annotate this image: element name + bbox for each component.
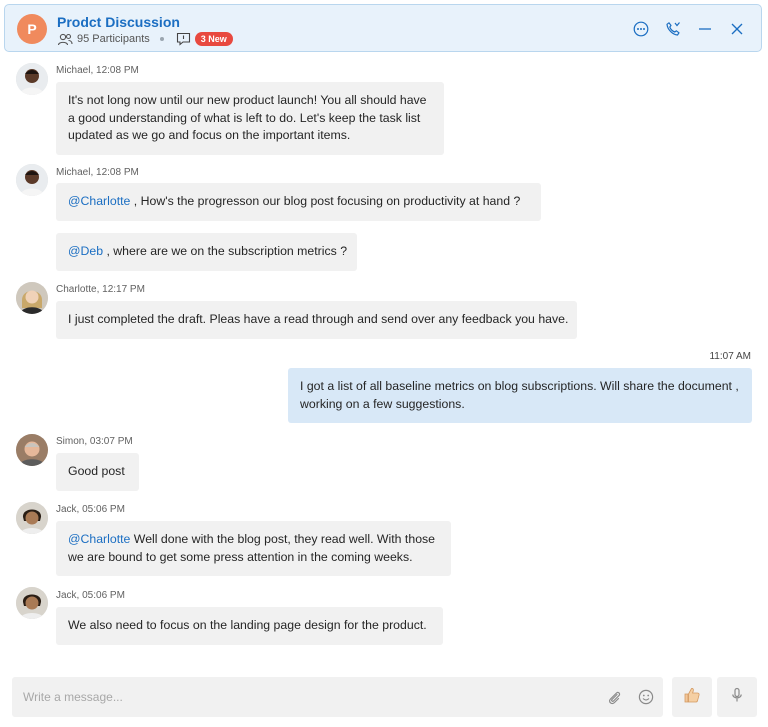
message-bubble[interactable]: @Deb , where are we on the subscription … — [56, 233, 357, 271]
message-text: , How's the progresson our blog post foc… — [130, 194, 521, 208]
avatar[interactable] — [16, 282, 48, 314]
outgoing-message-bubble[interactable]: I got a list of all baseline metrics on … — [288, 368, 752, 423]
participants-icon — [57, 33, 73, 46]
mention-link[interactable]: @Charlotte — [68, 194, 130, 208]
chat-title[interactable]: Prodct Discussion — [57, 14, 180, 30]
thumbs-up-button[interactable] — [672, 677, 712, 717]
mention-link[interactable]: @Deb — [68, 244, 103, 258]
emoji-icon[interactable] — [637, 688, 655, 706]
separator-dot — [159, 37, 164, 41]
message-bubble[interactable]: Good post — [56, 453, 139, 491]
avatar[interactable] — [16, 434, 48, 466]
avatar[interactable] — [16, 587, 48, 619]
message-meta: Michael, 12:08 PM — [56, 167, 139, 178]
avatar[interactable] — [16, 164, 48, 196]
attach-icon[interactable] — [605, 688, 623, 706]
group-avatar[interactable]: P — [17, 14, 47, 44]
thumbs-up-icon — [682, 685, 702, 710]
message-meta: Jack, 05:06 PM — [56, 504, 125, 515]
microphone-button[interactable] — [717, 677, 757, 717]
message-bubble[interactable]: We also need to focus on the landing pag… — [56, 607, 443, 645]
message-meta: Michael, 12:08 PM — [56, 65, 139, 76]
message-bubble[interactable]: @Charlotte , How's the progresson our bl… — [56, 183, 541, 221]
header-actions — [625, 17, 753, 41]
message-bubble[interactable]: It's not long now until our new product … — [56, 82, 444, 155]
microphone-icon — [729, 687, 745, 708]
participants-count[interactable]: 95 Participants — [77, 33, 150, 45]
chat-subtitle: 95 Participants 3 New — [57, 32, 233, 46]
message-meta: Simon, 03:07 PM — [56, 436, 133, 447]
message-composer — [12, 677, 663, 717]
call-icon[interactable] — [657, 17, 689, 41]
message-input[interactable] — [12, 677, 572, 717]
message-text: , where are we on the subscription metri… — [103, 244, 348, 258]
close-icon[interactable] — [721, 17, 753, 41]
chat-header: P Prodct Discussion 95 Participants 3 Ne… — [4, 4, 762, 52]
new-messages-icon[interactable] — [176, 32, 191, 46]
message-time: 11:07 AM — [709, 351, 751, 362]
message-bubble[interactable]: I just completed the draft. Pleas have a… — [56, 301, 577, 339]
message-meta: Charlotte, 12:17 PM — [56, 284, 145, 295]
minimize-icon[interactable] — [689, 17, 721, 41]
new-messages-badge[interactable]: 3 New — [194, 32, 233, 46]
mention-link[interactable]: @Charlotte — [68, 532, 130, 546]
avatar[interactable] — [16, 63, 48, 95]
more-icon[interactable] — [625, 17, 657, 41]
message-bubble[interactable]: @Charlotte Well done with the blog post,… — [56, 521, 451, 576]
avatar[interactable] — [16, 502, 48, 534]
message-meta: Jack, 05:06 PM — [56, 590, 125, 601]
